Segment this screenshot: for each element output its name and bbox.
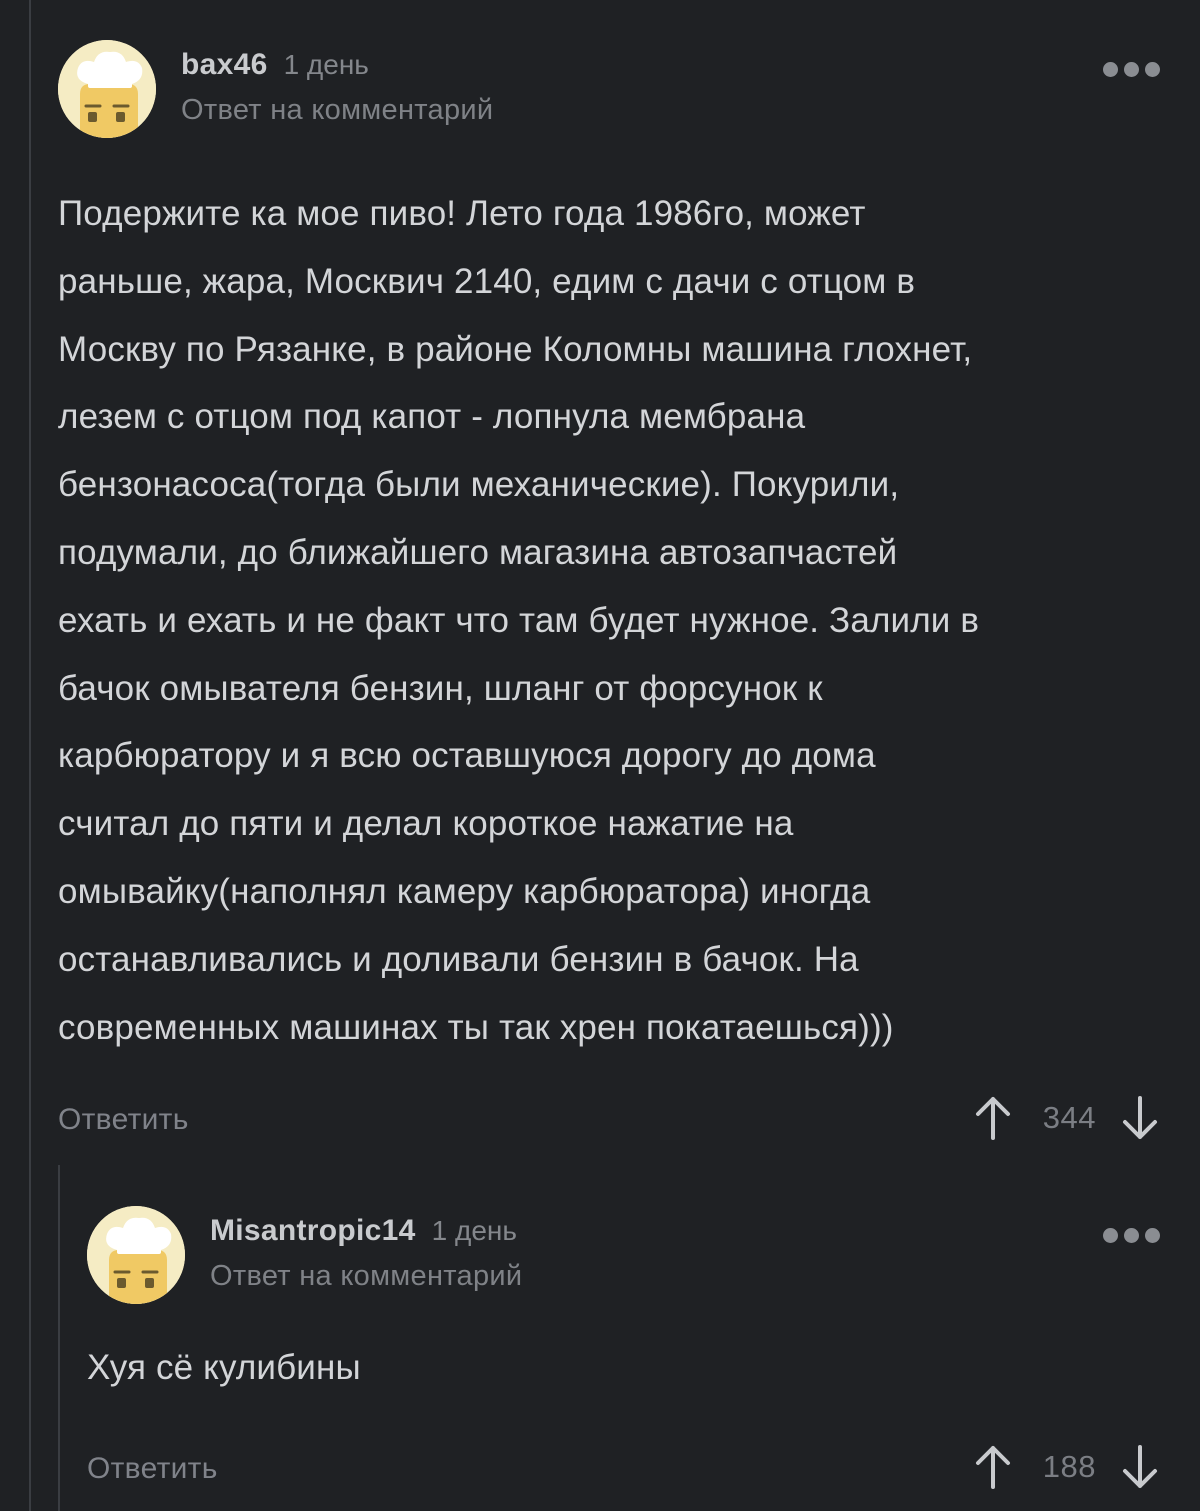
comment-actions: Ответить 188 [87, 1440, 1160, 1500]
comment-text: Хуя сё кулибины [87, 1348, 361, 1387]
arrow-down-icon[interactable] [1120, 1444, 1160, 1490]
comment-text: Подержите ка мое пиво! Лето года 1986го,… [58, 194, 980, 1047]
vote-controls: 344 [973, 1095, 1160, 1141]
comment-header: Misantropic14 1 день Ответ на комментари… [87, 1206, 1160, 1306]
reply-button[interactable]: Ответить [87, 1452, 218, 1486]
reply-note[interactable]: Ответ на комментарий [181, 94, 493, 127]
comment: Misantropic14 1 день Ответ на комментари… [87, 1206, 1160, 1500]
comment-time: 1 день [283, 49, 369, 80]
comment-meta: Misantropic14 1 день Ответ на комментари… [210, 1214, 522, 1293]
reply-button[interactable]: Ответить [58, 1103, 189, 1137]
more-dots-icon[interactable] [1103, 62, 1160, 77]
username[interactable]: Misantropic14 [210, 1214, 416, 1248]
arrow-up-icon[interactable] [973, 1444, 1013, 1490]
default-avatar-chef-icon [58, 40, 156, 138]
arrow-down-icon[interactable] [1120, 1095, 1160, 1141]
avatar[interactable] [58, 40, 156, 138]
thread-line [29, 0, 31, 1511]
reply-note[interactable]: Ответ на комментарий [210, 1260, 522, 1293]
comment-time: 1 день [431, 1215, 517, 1246]
nested-thread-line [58, 1165, 60, 1511]
comment-actions: Ответить 344 [58, 1091, 1160, 1151]
vote-controls: 188 [973, 1444, 1160, 1490]
comment-header: bax46 1 день Ответ на комментарий [58, 40, 1160, 140]
rating-score: 188 [1042, 1448, 1096, 1484]
arrow-up-icon[interactable] [973, 1095, 1013, 1141]
avatar[interactable] [87, 1206, 185, 1304]
rating-score: 344 [1042, 1100, 1096, 1136]
comment: bax46 1 день Ответ на комментарий Подерж… [58, 40, 1160, 1151]
username[interactable]: bax46 [181, 48, 268, 82]
more-dots-icon[interactable] [1103, 1228, 1160, 1243]
default-avatar-chef-icon [87, 1206, 185, 1304]
comment-meta: bax46 1 день Ответ на комментарий [181, 48, 493, 127]
